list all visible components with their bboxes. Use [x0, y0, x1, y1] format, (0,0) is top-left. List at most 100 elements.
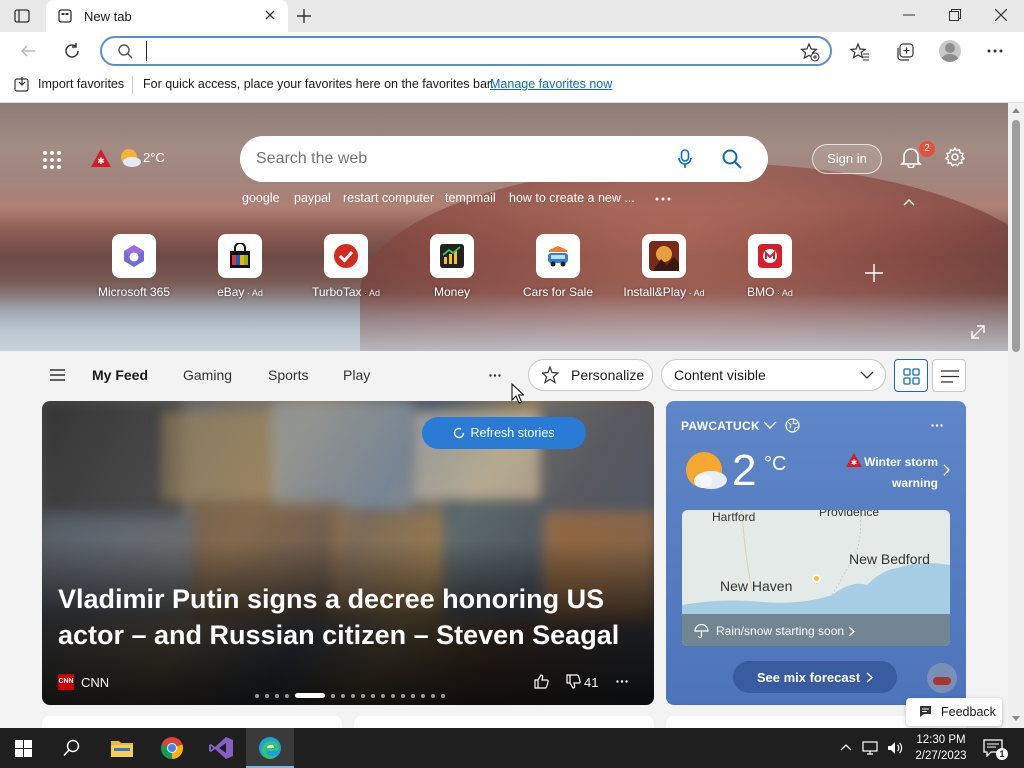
- carousel-dot[interactable]: [431, 693, 435, 698]
- add-shortcut-icon[interactable]: [865, 264, 883, 282]
- address-bar[interactable]: [100, 36, 832, 66]
- close-window-button[interactable]: [995, 9, 1007, 21]
- trending-item[interactable]: tempmail: [445, 191, 496, 205]
- carousel-dot[interactable]: [411, 693, 415, 698]
- page-scrollbar[interactable]: [1008, 103, 1024, 728]
- carousel-dot[interactable]: [401, 693, 405, 698]
- carousel-dot[interactable]: [381, 693, 385, 698]
- collapse-chevron-icon[interactable]: [903, 198, 915, 206]
- network-icon[interactable]: [862, 740, 880, 756]
- carousel-dot[interactable]: [331, 693, 335, 698]
- carousel-dot[interactable]: [371, 693, 375, 698]
- like-thumbs-up-icon[interactable]: [534, 674, 549, 689]
- content-visibility-dropdown[interactable]: Content visible: [661, 359, 886, 391]
- carousel-dot[interactable]: [421, 693, 425, 698]
- tab-play[interactable]: Play: [343, 367, 370, 383]
- chrome-icon[interactable]: [160, 736, 184, 760]
- refresh-button[interactable]: [63, 42, 81, 60]
- scroll-thumb[interactable]: [1012, 120, 1020, 352]
- web-search-input[interactable]: [256, 149, 636, 169]
- tile-turbotax[interactable]: [324, 234, 368, 278]
- manage-favorites-link[interactable]: Manage favorites now: [490, 77, 612, 91]
- weather-avatar[interactable]: [927, 663, 957, 693]
- story-more-icon[interactable]: [616, 680, 628, 683]
- see-forecast-button[interactable]: See mix forecast: [733, 661, 897, 693]
- carousel-dot[interactable]: [361, 693, 365, 698]
- weather-card[interactable]: PAWCATUCK 2 °C ✱ Winter storm warning Ha…: [666, 401, 966, 705]
- new-tab-button[interactable]: [296, 8, 312, 24]
- weather-alert-icon[interactable]: ✱: [90, 148, 112, 168]
- carousel-dot[interactable]: [265, 693, 269, 698]
- trending-item[interactable]: google: [242, 191, 280, 205]
- favorites-icon[interactable]: [850, 42, 870, 62]
- story-card[interactable]: [354, 716, 654, 728]
- sign-in-button[interactable]: Sign in: [812, 144, 882, 174]
- volume-icon[interactable]: [887, 740, 903, 756]
- settings-more-icon[interactable]: [987, 49, 1003, 53]
- hamburger-menu-icon[interactable]: [50, 369, 65, 381]
- tab-new-tab[interactable]: New tab: [46, 0, 288, 32]
- expand-background-icon[interactable]: [971, 325, 985, 339]
- location-chevron-down-icon[interactable]: [763, 421, 777, 429]
- tab-actions-icon[interactable]: [14, 8, 30, 24]
- minimize-button[interactable]: [903, 9, 915, 21]
- taskbar-search-icon[interactable]: [63, 739, 81, 757]
- taskbar-clock[interactable]: 12:30 PM 2/27/2023: [908, 732, 974, 764]
- profile-avatar[interactable]: [939, 40, 961, 62]
- refresh-stories-button[interactable]: Refresh stories: [422, 417, 586, 449]
- tile-cars-for-sale[interactable]: [536, 234, 580, 278]
- tab-gaming[interactable]: Gaming: [183, 367, 232, 383]
- tile-bmo[interactable]: [748, 234, 792, 278]
- tab-my-feed[interactable]: My Feed: [92, 367, 148, 383]
- apps-grid-icon[interactable]: [42, 150, 62, 170]
- taskbar-edge-active[interactable]: [246, 728, 294, 768]
- story-card[interactable]: [42, 716, 342, 728]
- globe-icon[interactable]: [785, 418, 800, 433]
- carousel-dot[interactable]: [351, 693, 355, 698]
- more-trending-icon[interactable]: [655, 197, 671, 201]
- feedback-button[interactable]: Feedback: [906, 698, 1002, 726]
- grid-layout-button[interactable]: [894, 359, 928, 392]
- close-tab-icon[interactable]: [264, 9, 276, 21]
- weather-alert-text[interactable]: Winter storm warning: [860, 452, 938, 494]
- trending-item[interactable]: how to create a new ...: [509, 191, 635, 205]
- web-search-box[interactable]: [240, 136, 768, 182]
- collections-icon[interactable]: [895, 42, 915, 62]
- file-explorer-icon[interactable]: [110, 737, 134, 759]
- search-submit-icon[interactable]: [722, 149, 742, 169]
- import-favorites-link[interactable]: Import favorites: [38, 77, 124, 91]
- weather-unit[interactable]: °C: [764, 453, 786, 476]
- page-settings-gear-icon[interactable]: [945, 147, 965, 167]
- back-button[interactable]: [20, 43, 36, 59]
- carousel-dot[interactable]: [391, 693, 395, 698]
- tray-overflow-chevron-icon[interactable]: [840, 743, 852, 751]
- carousel-dots[interactable]: [255, 693, 445, 698]
- visual-studio-icon[interactable]: [208, 736, 234, 760]
- personalize-button[interactable]: Personalize: [528, 359, 653, 391]
- trending-item[interactable]: paypal: [294, 191, 331, 205]
- tab-sports[interactable]: Sports: [268, 367, 308, 383]
- carousel-dot[interactable]: [275, 693, 279, 698]
- hero-temperature[interactable]: 2°C: [143, 150, 165, 165]
- story-source[interactable]: CNN: [81, 675, 109, 690]
- top-story-card[interactable]: Refresh stories Vladimir Putin signs a d…: [42, 401, 654, 705]
- carousel-dot[interactable]: [285, 693, 289, 698]
- story-headline[interactable]: Vladimir Putin signs a decree honoring U…: [58, 581, 638, 653]
- trending-item[interactable]: restart computer: [343, 191, 434, 205]
- carousel-dot[interactable]: [341, 693, 345, 698]
- more-tabs-icon[interactable]: [489, 374, 501, 377]
- carousel-dot-active[interactable]: [295, 693, 325, 698]
- weather-more-icon[interactable]: [931, 424, 943, 427]
- tile-money[interactable]: [430, 234, 474, 278]
- tile-ebay[interactable]: [218, 234, 262, 278]
- carousel-dot[interactable]: [255, 693, 259, 698]
- address-input[interactable]: [146, 41, 746, 61]
- list-layout-button[interactable]: [932, 359, 966, 392]
- microphone-icon[interactable]: [678, 149, 692, 169]
- windows-start-icon[interactable]: [15, 740, 32, 757]
- add-favorite-icon[interactable]: [800, 42, 820, 62]
- alert-chevron-right-icon[interactable]: [943, 464, 950, 476]
- weather-location[interactable]: PAWCATUCK: [681, 419, 760, 433]
- tile-microsoft-365[interactable]: [112, 234, 156, 278]
- tile-install-and-play[interactable]: [642, 234, 686, 278]
